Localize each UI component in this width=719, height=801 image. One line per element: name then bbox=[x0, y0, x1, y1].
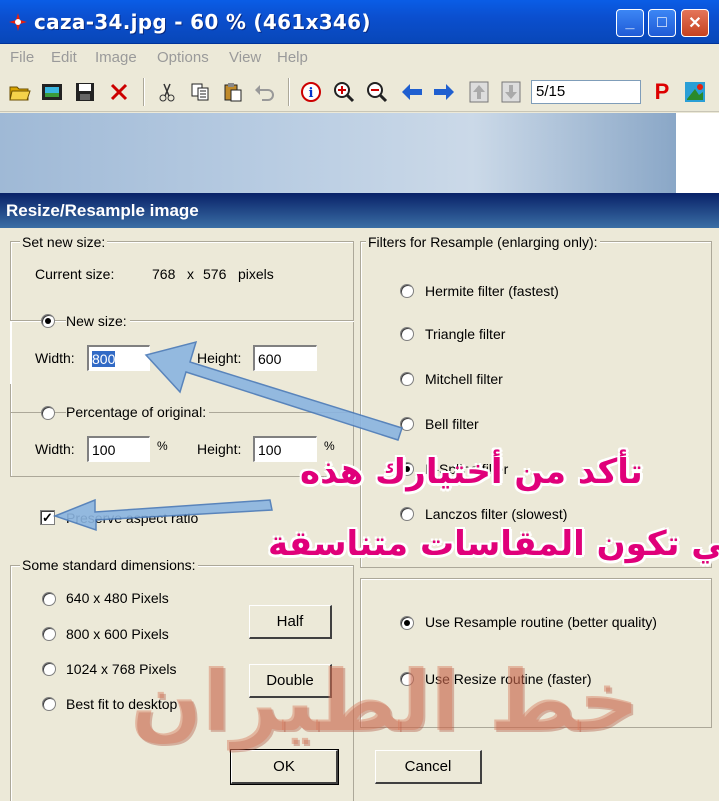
filter-radio-triangle[interactable] bbox=[400, 327, 414, 341]
app-icon bbox=[9, 13, 27, 31]
filter-label-bell: Bell filter bbox=[425, 416, 479, 432]
dim-radio-1024[interactable] bbox=[42, 662, 56, 676]
close-icon: ✕ bbox=[688, 15, 702, 32]
preserve-aspect-label: Preserve aspect ratio bbox=[66, 510, 199, 526]
undo-icon[interactable] bbox=[253, 80, 277, 104]
maximize-button[interactable]: □ bbox=[648, 9, 676, 37]
routine-label-resample: Use Resample routine (better quality) bbox=[425, 614, 657, 630]
new-width-field[interactable]: 800 bbox=[87, 345, 150, 371]
filter-radio-bell[interactable] bbox=[400, 417, 414, 431]
filter-label-mitchell: Mitchell filter bbox=[425, 371, 503, 387]
dim-label-640: 640 x 480 Pixels bbox=[66, 590, 169, 606]
new-height-field[interactable]: 600 bbox=[253, 345, 317, 371]
menu-options[interactable]: Options bbox=[157, 49, 209, 66]
zoom-in-icon[interactable] bbox=[332, 80, 356, 104]
annotation-line-2: كي تكون المقاسات متناسقة bbox=[268, 524, 719, 564]
arrow-right-icon[interactable] bbox=[432, 80, 456, 104]
dim-radio-640[interactable] bbox=[42, 592, 56, 606]
new-size-radio[interactable] bbox=[41, 314, 55, 328]
print-icon[interactable]: P bbox=[650, 79, 674, 104]
cut-icon[interactable] bbox=[155, 80, 179, 104]
menu-file[interactable]: File bbox=[10, 49, 34, 66]
menu-edit[interactable]: Edit bbox=[51, 49, 77, 66]
percentage-radio[interactable] bbox=[41, 406, 55, 420]
dialog-titlebar: Resize/Resample image bbox=[0, 194, 719, 228]
current-height-value: 576 bbox=[203, 266, 227, 282]
arrow-left-icon[interactable] bbox=[400, 80, 424, 104]
current-size-units: pixels bbox=[238, 266, 274, 282]
arrow-down-icon[interactable] bbox=[499, 80, 523, 104]
window-title: caza-34.jpg - 60 % (461x346) bbox=[34, 10, 371, 34]
current-width-value: 768 bbox=[152, 266, 176, 282]
copy-icon[interactable] bbox=[188, 80, 212, 104]
ok-button[interactable]: OK bbox=[230, 749, 339, 785]
standard-dimensions-legend: Some standard dimensions: bbox=[20, 557, 198, 573]
filter-radio-hermite[interactable] bbox=[400, 284, 414, 298]
current-size-times: x bbox=[187, 266, 194, 282]
paste-icon[interactable] bbox=[221, 80, 245, 104]
pct-width-field[interactable]: 100 bbox=[87, 436, 150, 462]
current-size-label: Current size: bbox=[35, 266, 115, 282]
pct-height-symbol: % bbox=[324, 439, 335, 453]
new-size-label: New size: bbox=[66, 313, 130, 329]
filter-label-triangle: Triangle filter bbox=[425, 326, 506, 342]
routine-radio-resample[interactable] bbox=[400, 616, 414, 630]
open-folder-icon[interactable] bbox=[8, 80, 32, 104]
info-icon[interactable]: i bbox=[299, 80, 323, 104]
menu-image[interactable]: Image bbox=[95, 49, 137, 66]
half-button[interactable]: Half bbox=[249, 605, 332, 639]
menu-view[interactable]: View bbox=[229, 49, 261, 66]
watermark-text: خط الطيران bbox=[130, 652, 639, 750]
filmstrip-icon[interactable] bbox=[40, 80, 64, 104]
set-new-size-legend: Set new size: bbox=[20, 234, 108, 250]
svg-text:i: i bbox=[309, 86, 314, 101]
pct-height-label: Height: bbox=[197, 441, 242, 457]
filter-radio-lanczos[interactable] bbox=[400, 507, 414, 521]
preserve-aspect-checkbox[interactable]: ✓ bbox=[40, 510, 55, 525]
pct-width-symbol: % bbox=[157, 439, 168, 453]
annotation-line-1: تأكد من أختيارك هذه bbox=[300, 452, 643, 492]
filter-radio-mitchell[interactable] bbox=[400, 372, 414, 386]
image-view-margin bbox=[676, 113, 719, 193]
minimize-icon: _ bbox=[625, 14, 635, 31]
new-width-label: Width: bbox=[35, 350, 75, 366]
window-titlebar: caza-34.jpg - 60 % (461x346) _ □ ✕ bbox=[0, 0, 719, 44]
filter-label-hermite: Hermite filter (fastest) bbox=[425, 283, 559, 299]
paint-icon[interactable] bbox=[683, 80, 707, 104]
menu-help[interactable]: Help bbox=[277, 49, 308, 66]
maximize-icon: □ bbox=[657, 14, 667, 31]
dim-label-800: 800 x 600 Pixels bbox=[66, 626, 169, 642]
cancel-button[interactable]: Cancel bbox=[375, 750, 482, 784]
image-view bbox=[0, 113, 719, 193]
image-preview bbox=[0, 113, 676, 193]
new-height-label: Height: bbox=[197, 350, 242, 366]
toolbar-separator bbox=[143, 78, 145, 106]
menu-bar: File Edit Image Options View Help bbox=[0, 44, 719, 72]
filter-label-lanczos: Lanczos filter (slowest) bbox=[425, 506, 568, 522]
pct-width-label: Width: bbox=[35, 441, 75, 457]
arrow-up-icon[interactable] bbox=[467, 80, 491, 104]
filters-legend: Filters for Resample (enlarging only): bbox=[366, 234, 600, 250]
dialog-title: Resize/Resample image bbox=[6, 201, 199, 220]
dim-radio-bestfit[interactable] bbox=[42, 697, 56, 711]
toolbar-separator bbox=[288, 78, 290, 106]
save-icon[interactable] bbox=[73, 80, 97, 104]
delete-icon[interactable] bbox=[107, 80, 131, 104]
dim-radio-800[interactable] bbox=[42, 627, 56, 641]
minimize-button[interactable]: _ bbox=[616, 9, 644, 37]
new-width-value: 800 bbox=[92, 351, 116, 367]
percentage-label: Percentage of original: bbox=[66, 404, 210, 420]
zoom-out-icon[interactable] bbox=[365, 80, 389, 104]
close-button[interactable]: ✕ bbox=[681, 9, 709, 37]
page-indicator-field[interactable]: 5/15 bbox=[531, 80, 641, 104]
